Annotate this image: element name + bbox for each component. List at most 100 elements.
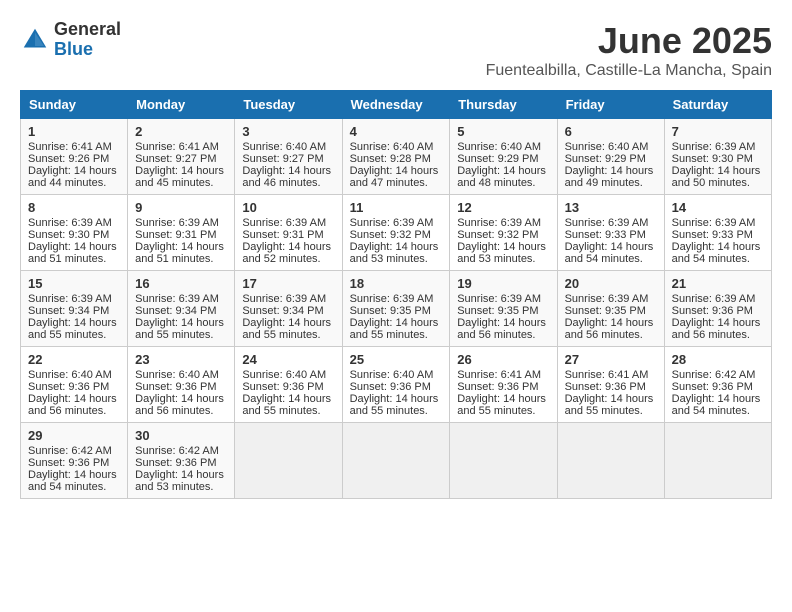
sunset-text: Sunset: 9:30 PM	[28, 229, 109, 241]
sunrise-text: Sunrise: 6:39 AM	[28, 217, 112, 229]
day-number: 16	[135, 276, 227, 291]
daylight-text: Daylight: 14 hours and 54 minutes.	[565, 241, 654, 265]
calendar-week-2: 8Sunrise: 6:39 AMSunset: 9:30 PMDaylight…	[21, 195, 772, 271]
sunset-text: Sunset: 9:36 PM	[28, 381, 109, 393]
day-number: 28	[672, 352, 764, 367]
day-number: 9	[135, 200, 227, 215]
calendar-week-5: 29Sunrise: 6:42 AMSunset: 9:36 PMDayligh…	[21, 423, 772, 499]
calendar-day-cell: 3Sunrise: 6:40 AMSunset: 9:27 PMDaylight…	[235, 119, 342, 195]
sunrise-text: Sunrise: 6:40 AM	[350, 369, 434, 381]
sunrise-text: Sunrise: 6:39 AM	[565, 217, 649, 229]
calendar-day-cell: 28Sunrise: 6:42 AMSunset: 9:36 PMDayligh…	[664, 347, 771, 423]
calendar-day-cell: 21Sunrise: 6:39 AMSunset: 9:36 PMDayligh…	[664, 271, 771, 347]
day-number: 22	[28, 352, 120, 367]
sunrise-text: Sunrise: 6:42 AM	[28, 445, 112, 457]
logo-text: General Blue	[54, 20, 121, 60]
daylight-text: Daylight: 14 hours and 56 minutes.	[457, 317, 546, 341]
day-number: 23	[135, 352, 227, 367]
day-number: 30	[135, 428, 227, 443]
sunset-text: Sunset: 9:27 PM	[135, 153, 216, 165]
sunset-text: Sunset: 9:28 PM	[350, 153, 431, 165]
calendar-day-cell: 8Sunrise: 6:39 AMSunset: 9:30 PMDaylight…	[21, 195, 128, 271]
logo: General Blue	[20, 20, 121, 60]
day-number: 21	[672, 276, 764, 291]
daylight-text: Daylight: 14 hours and 55 minutes.	[28, 317, 117, 341]
daylight-text: Daylight: 14 hours and 53 minutes.	[135, 469, 224, 493]
calendar-day-cell: 18Sunrise: 6:39 AMSunset: 9:35 PMDayligh…	[342, 271, 450, 347]
calendar-week-4: 22Sunrise: 6:40 AMSunset: 9:36 PMDayligh…	[21, 347, 772, 423]
sunrise-text: Sunrise: 6:39 AM	[672, 141, 756, 153]
sunrise-text: Sunrise: 6:39 AM	[672, 293, 756, 305]
day-number: 24	[242, 352, 334, 367]
calendar-day-cell: 6Sunrise: 6:40 AMSunset: 9:29 PMDaylight…	[557, 119, 664, 195]
sunrise-text: Sunrise: 6:40 AM	[350, 141, 434, 153]
daylight-text: Daylight: 14 hours and 44 minutes.	[28, 165, 117, 189]
day-number: 20	[565, 276, 657, 291]
calendar-day-cell	[450, 423, 557, 499]
sunset-text: Sunset: 9:31 PM	[135, 229, 216, 241]
logo-icon	[20, 25, 50, 55]
header: General Blue June 2025 Fuentealbilla, Ca…	[20, 20, 772, 80]
day-number: 10	[242, 200, 334, 215]
daylight-text: Daylight: 14 hours and 52 minutes.	[242, 241, 331, 265]
sunset-text: Sunset: 9:33 PM	[672, 229, 753, 241]
calendar-day-cell	[664, 423, 771, 499]
daylight-text: Daylight: 14 hours and 53 minutes.	[457, 241, 546, 265]
calendar-day-cell: 26Sunrise: 6:41 AMSunset: 9:36 PMDayligh…	[450, 347, 557, 423]
daylight-text: Daylight: 14 hours and 56 minutes.	[28, 393, 117, 417]
sunset-text: Sunset: 9:36 PM	[135, 457, 216, 469]
calendar-table: SundayMondayTuesdayWednesdayThursdayFrid…	[20, 90, 772, 499]
location-subtitle: Fuentealbilla, Castille-La Mancha, Spain	[486, 62, 772, 80]
month-year-title: June 2025	[486, 20, 772, 62]
sunset-text: Sunset: 9:34 PM	[135, 305, 216, 317]
weekday-header-sunday: Sunday	[21, 91, 128, 119]
weekday-header-wednesday: Wednesday	[342, 91, 450, 119]
sunset-text: Sunset: 9:35 PM	[565, 305, 646, 317]
sunrise-text: Sunrise: 6:39 AM	[28, 293, 112, 305]
daylight-text: Daylight: 14 hours and 55 minutes.	[135, 317, 224, 341]
daylight-text: Daylight: 14 hours and 46 minutes.	[242, 165, 331, 189]
sunset-text: Sunset: 9:35 PM	[457, 305, 538, 317]
sunset-text: Sunset: 9:30 PM	[672, 153, 753, 165]
sunrise-text: Sunrise: 6:40 AM	[242, 369, 326, 381]
daylight-text: Daylight: 14 hours and 51 minutes.	[135, 241, 224, 265]
day-number: 7	[672, 124, 764, 139]
calendar-day-cell: 19Sunrise: 6:39 AMSunset: 9:35 PMDayligh…	[450, 271, 557, 347]
daylight-text: Daylight: 14 hours and 50 minutes.	[672, 165, 761, 189]
daylight-text: Daylight: 14 hours and 51 minutes.	[28, 241, 117, 265]
sunrise-text: Sunrise: 6:40 AM	[242, 141, 326, 153]
daylight-text: Daylight: 14 hours and 55 minutes.	[565, 393, 654, 417]
sunset-text: Sunset: 9:26 PM	[28, 153, 109, 165]
day-number: 14	[672, 200, 764, 215]
day-number: 18	[350, 276, 443, 291]
sunset-text: Sunset: 9:32 PM	[457, 229, 538, 241]
day-number: 25	[350, 352, 443, 367]
sunset-text: Sunset: 9:36 PM	[28, 457, 109, 469]
day-number: 29	[28, 428, 120, 443]
sunset-text: Sunset: 9:36 PM	[135, 381, 216, 393]
daylight-text: Daylight: 14 hours and 56 minutes.	[565, 317, 654, 341]
sunrise-text: Sunrise: 6:41 AM	[565, 369, 649, 381]
sunset-text: Sunset: 9:32 PM	[350, 229, 431, 241]
calendar-day-cell: 14Sunrise: 6:39 AMSunset: 9:33 PMDayligh…	[664, 195, 771, 271]
sunrise-text: Sunrise: 6:39 AM	[672, 217, 756, 229]
sunset-text: Sunset: 9:29 PM	[565, 153, 646, 165]
weekday-header-row: SundayMondayTuesdayWednesdayThursdayFrid…	[21, 91, 772, 119]
sunrise-text: Sunrise: 6:42 AM	[672, 369, 756, 381]
calendar-day-cell: 24Sunrise: 6:40 AMSunset: 9:36 PMDayligh…	[235, 347, 342, 423]
calendar-day-cell: 16 Sunrise: 6:39 AMSunset: 9:34 PMDayligh…	[128, 271, 235, 347]
day-number: 17	[242, 276, 334, 291]
sunrise-text: Sunrise: 6:39 AM	[457, 217, 541, 229]
calendar-day-cell: 30Sunrise: 6:42 AMSunset: 9:36 PMDayligh…	[128, 423, 235, 499]
weekday-header-saturday: Saturday	[664, 91, 771, 119]
title-area: June 2025 Fuentealbilla, Castille-La Man…	[486, 20, 772, 80]
daylight-text: Daylight: 14 hours and 56 minutes.	[135, 393, 224, 417]
logo-blue: Blue	[54, 40, 121, 60]
logo-general: General	[54, 20, 121, 40]
calendar-day-cell: 13Sunrise: 6:39 AMSunset: 9:33 PMDayligh…	[557, 195, 664, 271]
sunrise-text: Sunrise: 6:39 AM	[457, 293, 541, 305]
sunset-text: Sunset: 9:31 PM	[242, 229, 323, 241]
sunrise-text: Sunrise: 6:39 AM	[135, 293, 219, 305]
day-number: 11	[350, 200, 443, 215]
sunrise-text: Sunrise: 6:39 AM	[565, 293, 649, 305]
